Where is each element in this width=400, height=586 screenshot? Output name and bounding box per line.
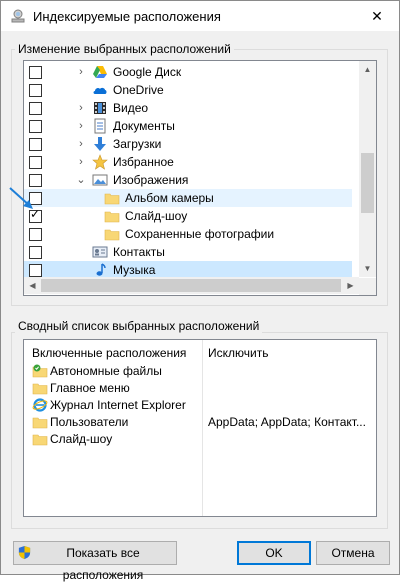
contacts-folder-icon — [92, 246, 108, 258]
vertical-scroll-thumb[interactable] — [361, 153, 374, 213]
downloads-folder-icon — [94, 137, 106, 151]
change-locations-group-label: Изменение выбранных расположений — [15, 42, 234, 56]
tree-item-label: Контакты — [113, 245, 165, 259]
tree-item-label: Изображения — [113, 173, 189, 187]
included-location-label: Пользователи — [50, 415, 129, 429]
scroll-right-arrow-icon[interactable]: ▶ — [342, 277, 359, 294]
location-checkbox[interactable] — [29, 66, 42, 79]
summary-row: Журнал Internet Explorer — [24, 396, 374, 414]
scroll-down-arrow-icon[interactable]: ▼ — [359, 260, 376, 277]
scroll-up-arrow-icon[interactable]: ▲ — [359, 61, 376, 78]
included-location-label: Слайд-шоу — [50, 432, 113, 446]
tree-item[interactable]: › Избранное — [24, 153, 352, 171]
tree-item-label: Документы — [113, 119, 175, 133]
included-location-label: Автономные файлы — [50, 364, 162, 378]
included-column-header[interactable]: Включенные расположения — [32, 346, 186, 360]
exclude-column-header[interactable]: Исключить — [208, 346, 268, 360]
summary-row: Слайд-шоу — [24, 430, 374, 448]
location-checkbox[interactable] — [29, 246, 42, 259]
location-checkbox[interactable] — [29, 264, 42, 277]
chevron-right-icon[interactable]: › — [76, 137, 86, 151]
tree-item[interactable]: › Загрузки — [24, 135, 352, 153]
summary-group-label: Сводный список выбранных расположений — [15, 319, 263, 333]
internet-explorer-icon — [32, 398, 48, 412]
documents-folder-icon — [94, 118, 106, 134]
summary-list: Включенные расположения Исключить Автоно… — [23, 339, 377, 517]
chevron-right-icon[interactable]: › — [76, 65, 86, 79]
tree-item[interactable]: ✓ Слайд-шоу — [24, 207, 352, 225]
location-checkbox[interactable] — [29, 102, 42, 115]
show-all-locations-label: Показать все расположения — [62, 546, 144, 582]
tree-item[interactable]: › Документы — [24, 117, 352, 135]
tree-item[interactable]: › Google Диск — [24, 63, 352, 81]
tree-item[interactable]: Контакты — [24, 243, 352, 261]
music-folder-icon — [96, 263, 106, 276]
tree-item-label: Избранное — [113, 155, 174, 169]
included-location-label: Журнал Internet Explorer — [50, 398, 186, 412]
location-checkbox[interactable] — [29, 138, 42, 151]
chevron-right-icon[interactable]: › — [76, 119, 86, 133]
chevron-right-icon[interactable]: › — [76, 155, 86, 169]
horizontal-scrollbar[interactable]: ◀ ▶ — [24, 277, 359, 294]
vertical-scrollbar[interactable]: ▲ ▼ — [359, 61, 376, 277]
chevron-right-icon[interactable]: › — [76, 101, 86, 115]
folder-icon — [32, 417, 48, 429]
location-checkbox[interactable] — [29, 228, 42, 241]
location-checkbox[interactable] — [29, 84, 42, 97]
ok-button[interactable]: OK — [237, 541, 311, 565]
google-drive-icon — [93, 66, 107, 78]
tree-item-label: OneDrive — [113, 83, 164, 97]
folder-icon — [32, 383, 48, 395]
tree-item[interactable]: OneDrive — [24, 81, 352, 99]
onedrive-icon — [93, 87, 107, 94]
locations-tree[interactable]: › Google Диск OneDrive › Видео › Документы › Заг… — [23, 60, 377, 296]
favorites-star-icon — [92, 154, 108, 170]
tree-item-label: Альбом камеры — [125, 191, 214, 205]
indexed-locations-dialog: Индексируемые расположения ✕ Изменение в… — [0, 0, 400, 582]
offline-files-icon — [32, 364, 48, 378]
tree-item[interactable]: › Видео — [24, 99, 352, 117]
video-folder-icon — [94, 102, 106, 114]
cancel-button[interactable]: Отмена — [316, 541, 390, 565]
tree-item[interactable]: ⌄ Изображения — [24, 171, 352, 189]
close-button[interactable]: ✕ — [355, 1, 399, 31]
summary-row: Автономные файлы — [24, 362, 374, 380]
tree-item-label: Видео — [113, 101, 149, 115]
excluded-locations-label: AppData; AppData; Контакт... — [208, 415, 366, 429]
uac-shield-icon — [18, 545, 31, 560]
location-checkbox[interactable] — [29, 156, 42, 169]
folder-icon — [32, 434, 48, 446]
tree-item-label: Сохраненные фотографии — [125, 227, 275, 241]
tree-item[interactable]: Альбом камеры — [24, 189, 352, 207]
show-all-locations-button[interactable]: Показать все расположения — [13, 541, 177, 582]
title-bar: Индексируемые расположения ✕ — [1, 1, 399, 31]
tree-item-label: Слайд-шоу — [125, 209, 188, 223]
location-checkbox[interactable] — [29, 120, 42, 133]
pictures-folder-icon — [92, 174, 108, 186]
summary-row: Главное меню — [24, 379, 374, 397]
included-location-label: Главное меню — [50, 381, 130, 395]
tree-item-label: Музыка — [113, 263, 156, 277]
scrollbar-corner — [359, 278, 376, 295]
summary-row: Пользователи AppData; AppData; Контакт... — [24, 413, 374, 431]
folder-icon — [104, 229, 120, 241]
tree-item-label: Google Диск — [113, 65, 182, 79]
window-title: Индексируемые расположения — [33, 9, 221, 24]
indexing-options-icon — [11, 9, 25, 23]
tree-item[interactable]: Сохраненные фотографии — [24, 225, 352, 243]
folder-icon — [104, 211, 120, 223]
annotation-arrow-icon — [9, 187, 33, 209]
folder-icon — [104, 193, 120, 205]
scroll-left-arrow-icon[interactable]: ◀ — [24, 277, 41, 294]
horizontal-scroll-thumb[interactable] — [41, 279, 341, 292]
tree-item-label: Загрузки — [113, 137, 162, 151]
chevron-down-icon[interactable]: ⌄ — [76, 173, 86, 187]
